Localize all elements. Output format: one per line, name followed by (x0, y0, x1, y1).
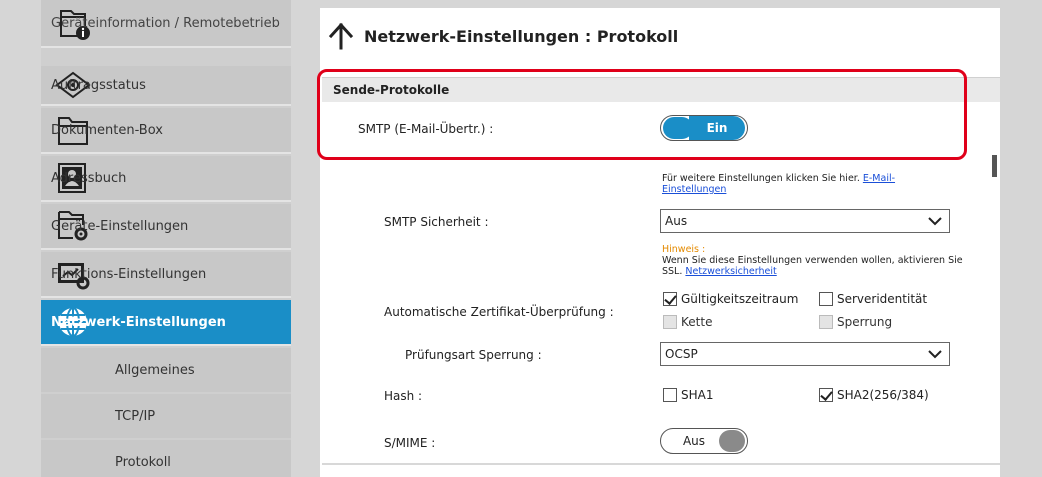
sidebar-item-label: Auftragsstatus (51, 77, 146, 93)
smime-toggle[interactable]: Aus (660, 428, 748, 454)
sidebar-sub-item-tcpip[interactable]: TCP/IP (41, 394, 291, 438)
sidebar-item-label: Funktions-Einstellungen (51, 266, 207, 282)
revocation-type-label: Prüfungsart Sperrung : (405, 348, 542, 362)
sidebar-item-job-status[interactable]: Auftragsstatus (41, 66, 291, 106)
checkbox-label: Sperrung (837, 315, 893, 329)
chevron-down-icon (928, 217, 942, 226)
smime-label: S/MIME : (384, 436, 436, 450)
sidebar-item-device-settings[interactable]: Geräte-Einstellungen (41, 204, 291, 250)
checkbox-label: Serveridentität (837, 292, 928, 306)
checkbox-box (663, 315, 677, 329)
checkbox-box (819, 292, 833, 306)
page-header: Netzwerk-Einstellungen : Protokoll (328, 22, 678, 50)
checkbox-server-identity[interactable]: Serveridentität (819, 292, 927, 306)
hint-title: Hinweis : (662, 244, 706, 255)
chevron-down-icon (928, 350, 942, 359)
gutter (292, 0, 320, 477)
highlight-box (317, 69, 967, 160)
arrow-up-icon[interactable] (328, 22, 354, 50)
checkbox-box (819, 315, 833, 329)
sidebar-sub-item-label: TCP/IP (115, 408, 156, 424)
sidebar-item-label: Adressbuch (51, 170, 127, 186)
top-strip (320, 0, 1000, 8)
sidebar-item-address-book[interactable]: Adressbuch (41, 156, 291, 202)
smtp-security-value: Aus (665, 214, 688, 228)
checkbox-sha2[interactable]: SHA2(256/384) (819, 388, 929, 402)
sidebar: Geräteinformation / Remotebetrieb Auftra… (41, 0, 291, 477)
checkbox-sha1[interactable]: SHA1 (663, 388, 713, 402)
checkbox-label: SHA1 (681, 388, 714, 402)
smtp-security-select[interactable]: Aus (660, 209, 950, 233)
sidebar-item-document-box[interactable]: Dokumenten-Box (41, 108, 291, 154)
network-security-link[interactable]: Netzwerksicherheit (685, 266, 776, 277)
page-title: Netzwerk-Einstellungen : Protokoll (364, 26, 679, 46)
revocation-type-select[interactable]: OCSP (660, 342, 950, 366)
cert-check-label: Automatische Zertifikat-Überprüfung : (384, 305, 614, 319)
right-gutter (1000, 0, 1042, 477)
sidebar-item-network-settings[interactable]: Netzwerk-Einstellungen (41, 300, 291, 346)
revocation-type-value: OCSP (665, 347, 698, 361)
sidebar-sub-item-protocol[interactable]: Protokoll (41, 440, 291, 477)
smtp-security-label: SMTP Sicherheit : (384, 215, 489, 229)
sidebar-sub-item-general[interactable]: Allgemeines (41, 348, 291, 392)
email-settings-note: Für weitere Einstellungen klicken Sie hi… (662, 173, 942, 195)
checkbox-label: SHA2(256/384) (837, 388, 929, 402)
sidebar-item-label: Netzwerk-Einstellungen (51, 314, 226, 330)
checkbox-validity-period[interactable]: Gültigkeitszeitraum (663, 292, 798, 306)
scrollbar-thumb[interactable] (992, 155, 997, 177)
sidebar-sub-item-label: Protokoll (115, 454, 171, 470)
checkbox-box (663, 292, 677, 306)
hash-label: Hash : (384, 389, 423, 403)
sidebar-item-device-info[interactable]: Geräteinformation / Remotebetrieb (41, 0, 291, 48)
sidebar-item-label: Geräteinformation / Remotebetrieb (51, 15, 280, 31)
toggle-knob (719, 430, 745, 452)
sidebar-item-function-settings[interactable]: Funktions-Einstellungen (41, 252, 291, 298)
sidebar-item-label: Dokumenten-Box (51, 122, 163, 138)
toggle-state: Aus (682, 434, 706, 448)
checkbox-revocation: Sperrung (819, 315, 892, 329)
sidebar-item-label: Geräte-Einstellungen (51, 218, 189, 234)
checkbox-label: Kette (681, 315, 713, 329)
checkbox-label: Gültigkeitszeitraum (681, 292, 799, 306)
divider (322, 463, 1000, 465)
hint-text-block: Wenn Sie diese Einstellungen verwenden w… (662, 255, 982, 277)
checkbox-box (819, 388, 833, 402)
checkbox-chain: Kette (663, 315, 712, 329)
sidebar-sub-item-label: Allgemeines (115, 362, 195, 378)
email-note-text: Für weitere Einstellungen klicken Sie hi… (662, 173, 860, 184)
checkbox-box (663, 388, 677, 402)
